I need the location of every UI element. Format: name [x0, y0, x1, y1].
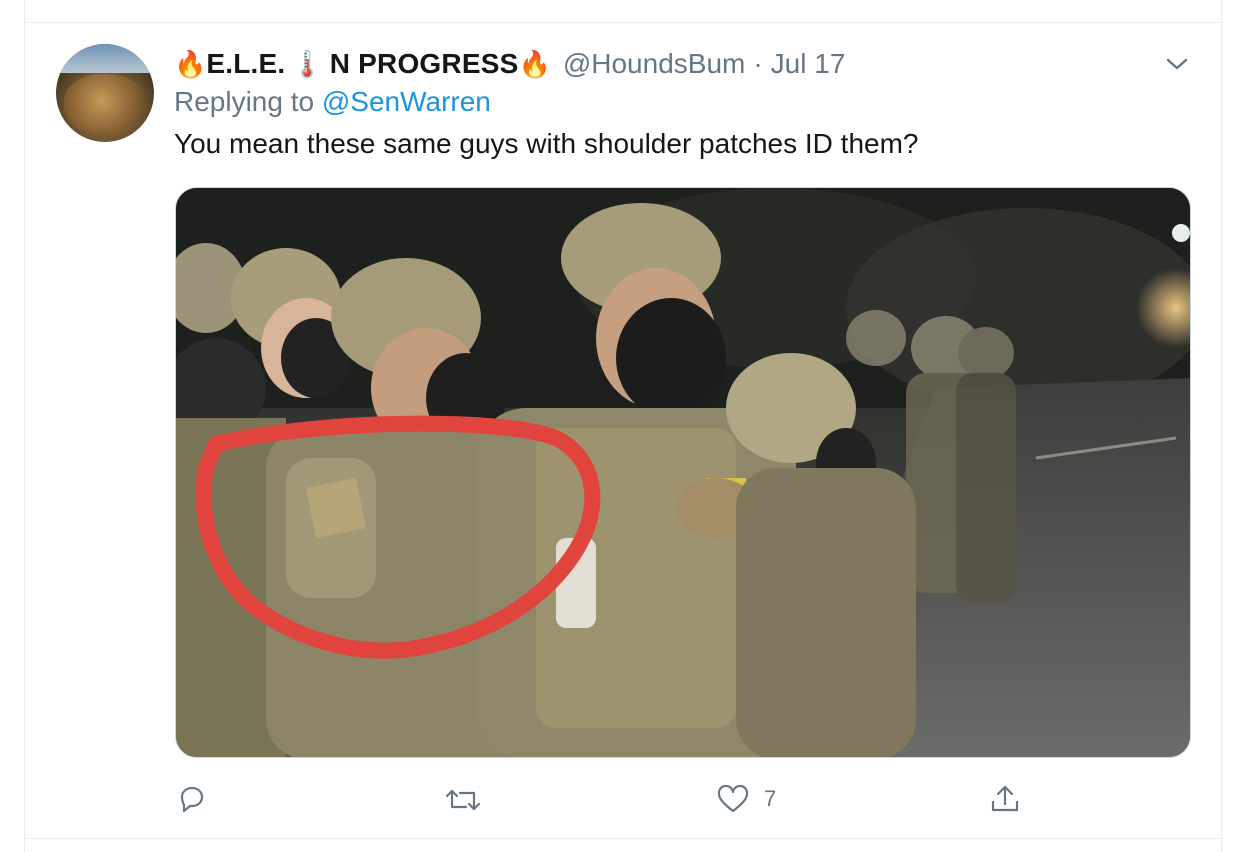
photo-illustration	[176, 188, 1190, 757]
fire-emoji-icon-2: 🔥	[518, 48, 551, 79]
previous-tweet-edge	[24, 0, 1222, 22]
tweet-header: 🔥 E.L.E. 🌡️ N PROGRESS 🔥 @HoundsBum · Ju…	[174, 44, 845, 84]
display-name-part2[interactable]: N PROGRESS	[330, 48, 519, 80]
replying-to-label: Replying to	[174, 86, 315, 117]
display-name-part1[interactable]: E.L.E.	[206, 48, 285, 80]
like-button[interactable]: 7	[716, 784, 776, 814]
share-icon	[991, 785, 1019, 812]
tweet-photo[interactable]	[175, 187, 1191, 758]
retweet-button[interactable]	[444, 785, 482, 815]
replying-to-mention[interactable]: @SenWarren	[322, 86, 491, 117]
fire-emoji-icon: 🔥	[174, 48, 207, 79]
separator-dot: ·	[753, 48, 763, 79]
reply-button[interactable]	[176, 783, 208, 815]
next-tweet-edge	[24, 839, 1222, 852]
reply-icon	[180, 786, 204, 813]
user-handle[interactable]: @HoundsBum	[563, 48, 746, 80]
share-button[interactable]	[988, 782, 1022, 816]
avatar-sky	[56, 44, 154, 74]
user-avatar[interactable]	[56, 44, 154, 142]
like-count: 7	[764, 786, 777, 811]
chevron-down-icon[interactable]	[1164, 54, 1190, 74]
replying-to-line: Replying to @SenWarren	[174, 86, 491, 118]
avatar-rock	[64, 74, 148, 134]
tweet-date[interactable]: Jul 17	[771, 48, 846, 80]
heart-icon	[717, 784, 749, 813]
retweet-icon	[445, 789, 481, 811]
thermometer-emoji-icon: 🌡️	[291, 48, 324, 79]
tweet-text: You mean these same guys with shoulder p…	[174, 128, 919, 159]
